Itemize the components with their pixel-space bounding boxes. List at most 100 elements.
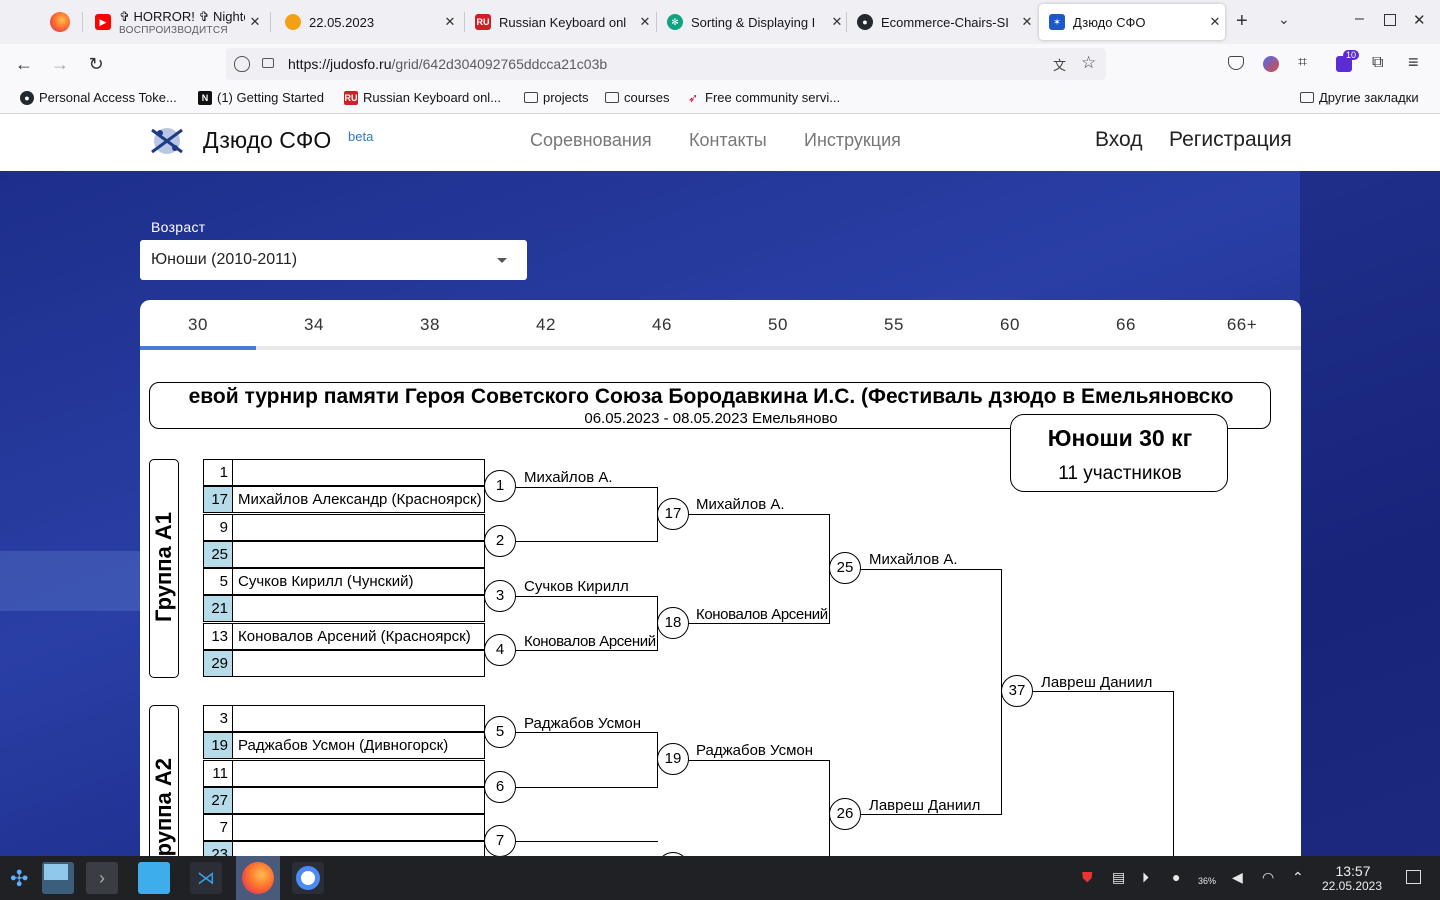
weight-tab-50[interactable]: 50 bbox=[720, 300, 836, 350]
tab-russian-keyboard[interactable]: RU Russian Keyboard onl ✕ bbox=[465, 4, 655, 40]
bookmark-item[interactable]: N (1) Getting Started bbox=[198, 90, 324, 105]
weight-tab-46[interactable]: 46 bbox=[604, 300, 720, 350]
weight-tab-66[interactable]: 66 bbox=[1068, 300, 1184, 350]
tab-judo-active[interactable]: ✶ Дзюдо СФО ✕ bbox=[1039, 4, 1225, 40]
seed-slot[interactable]: 27 bbox=[203, 787, 485, 814]
bout-number[interactable]: 6 bbox=[484, 771, 516, 803]
menu-instructions[interactable]: Инструкция bbox=[804, 130, 901, 151]
tab-youtube[interactable]: ▶ ✞ HORROR! ✞ Nightc ВОСПРОИЗВОДИТСЯ ✕ bbox=[85, 4, 265, 40]
login-link[interactable]: Вход bbox=[1095, 128, 1143, 152]
file-manager-icon[interactable] bbox=[138, 862, 170, 894]
seed-slot[interactable]: 17 Михайлов Александр (Красноярск) bbox=[203, 486, 485, 513]
minimize-icon[interactable]: – bbox=[1355, 10, 1364, 28]
shield-icon[interactable] bbox=[234, 56, 250, 72]
close-tab-icon[interactable]: ✕ bbox=[1017, 14, 1037, 30]
bout-number[interactable]: 37 bbox=[1001, 675, 1033, 707]
judo-logo-icon[interactable] bbox=[148, 124, 186, 158]
seed-slot[interactable]: 3 bbox=[203, 705, 485, 732]
weight-tab-30[interactable]: 30 bbox=[140, 300, 256, 350]
battery-icon[interactable]: 36% bbox=[1198, 876, 1216, 886]
bout-number[interactable]: 3 bbox=[484, 580, 516, 612]
menu-contacts[interactable]: Контакты bbox=[689, 130, 767, 151]
seed-slot[interactable]: 1 bbox=[203, 459, 485, 486]
firefox-view-icon[interactable] bbox=[50, 12, 70, 32]
show-desktop-icon[interactable] bbox=[1406, 870, 1421, 884]
seed-slot[interactable]: 23 bbox=[203, 841, 485, 856]
other-bookmarks-folder[interactable]: Другие закладки bbox=[1300, 90, 1419, 105]
maximize-icon[interactable] bbox=[1384, 14, 1396, 26]
close-tab-icon[interactable]: ✕ bbox=[440, 14, 460, 30]
bout-number[interactable]: 2 bbox=[484, 525, 516, 557]
clipboard-icon[interactable]: ▤ bbox=[1112, 869, 1125, 886]
seed-slot[interactable]: 19 Раджабов Усмон (Дивногорск) bbox=[203, 732, 485, 759]
bout-number[interactable]: 19 bbox=[657, 743, 689, 775]
close-tab-icon[interactable]: ✕ bbox=[635, 14, 655, 30]
media-play-icon[interactable]: ⏵ bbox=[1142, 869, 1149, 886]
seed-slot[interactable]: 25 bbox=[203, 541, 485, 568]
weight-tab-34[interactable]: 34 bbox=[256, 300, 372, 350]
back-arrow-icon[interactable]: ← bbox=[12, 52, 36, 76]
bout-number[interactable]: 5 bbox=[484, 716, 516, 748]
menu-competitions[interactable]: Соревнования bbox=[530, 130, 652, 151]
bout-number[interactable]: 25 bbox=[829, 552, 861, 584]
seed-slot[interactable]: 7 bbox=[203, 814, 485, 841]
dropdown-arrow-icon[interactable] bbox=[497, 258, 507, 263]
close-window-icon[interactable]: ✕ bbox=[1413, 11, 1426, 29]
reload-icon[interactable]: ↻ bbox=[84, 52, 108, 76]
desktop-pager-icon[interactable] bbox=[42, 862, 74, 894]
list-tabs-icon[interactable]: ⌄ bbox=[1278, 11, 1290, 28]
hamburger-menu-icon[interactable]: ≡ bbox=[1408, 52, 1419, 73]
weight-tab-55[interactable]: 55 bbox=[836, 300, 952, 350]
wifi-icon[interactable]: ◠ bbox=[1262, 869, 1274, 886]
puzzle-icon[interactable]: ⧉ bbox=[1372, 54, 1383, 72]
bookmark-folder[interactable]: courses bbox=[605, 90, 670, 105]
tab-chatgpt[interactable]: ✻ Sorting & Displaying I ✕ bbox=[657, 4, 847, 40]
weight-tab-38[interactable]: 38 bbox=[372, 300, 488, 350]
clock-date[interactable]: 22.05.2023 bbox=[1314, 879, 1390, 893]
vpn-extension-icon[interactable] bbox=[1263, 56, 1279, 72]
close-tab-icon[interactable]: ✕ bbox=[827, 14, 847, 30]
shield-tray-icon[interactable]: ⛊ bbox=[1082, 869, 1093, 886]
bookmark-item[interactable]: ➶ Free community servi... bbox=[686, 90, 840, 105]
bout-number[interactable]: 17 bbox=[657, 498, 689, 530]
vscode-icon[interactable]: ⋊ bbox=[190, 862, 222, 894]
bout-number[interactable]: 4 bbox=[484, 634, 516, 666]
weight-tab-66-plus[interactable]: 66+ bbox=[1184, 300, 1300, 350]
brand-name[interactable]: Дзюдо СФО bbox=[203, 127, 331, 154]
bout-number[interactable]: 1 bbox=[484, 470, 516, 502]
bookmark-folder[interactable]: projects bbox=[524, 90, 589, 105]
bout-number[interactable]: 18 bbox=[657, 607, 689, 639]
crop-icon[interactable]: ⌗ bbox=[1298, 54, 1307, 72]
register-link[interactable]: Регистрация bbox=[1169, 128, 1292, 152]
translate-icon[interactable]: 文 bbox=[1053, 55, 1066, 74]
chrome-icon[interactable] bbox=[292, 862, 324, 894]
firefox-taskbar-icon[interactable] bbox=[236, 856, 280, 900]
forward-arrow-icon[interactable]: → bbox=[48, 52, 72, 76]
bookmark-item[interactable]: RU Russian Keyboard onl... bbox=[344, 90, 501, 105]
seed-slot[interactable]: 21 bbox=[203, 595, 485, 622]
seed-slot[interactable]: 13 Коновалов Арсений (Красноярск) bbox=[203, 623, 485, 650]
app-launcher-icon[interactable]: ✣ bbox=[10, 866, 28, 892]
bookmark-star-icon[interactable]: ☆ bbox=[1081, 53, 1096, 73]
tab-date[interactable]: 22.05.2023 ✕ bbox=[275, 4, 460, 40]
volume-icon[interactable]: ◀ bbox=[1232, 869, 1243, 886]
lightbulb-icon[interactable]: ● bbox=[1172, 869, 1180, 885]
expand-tray-icon[interactable]: ⌃ bbox=[1292, 869, 1304, 886]
lock-icon[interactable] bbox=[262, 58, 274, 68]
weight-tab-60[interactable]: 60 bbox=[952, 300, 1068, 350]
url-text[interactable]: https://judosfo.ru/grid/642d304092765ddc… bbox=[288, 56, 607, 72]
seed-slot[interactable]: 29 bbox=[203, 650, 485, 677]
close-tab-icon[interactable]: ✕ bbox=[1205, 14, 1225, 30]
bout-number[interactable]: 7 bbox=[484, 825, 516, 856]
clock-time[interactable]: 13:57 bbox=[1318, 863, 1388, 879]
seed-slot[interactable]: 5 Сучков Кирилл (Чунский) bbox=[203, 568, 485, 595]
bookmark-item[interactable]: ● Personal Access Toke... bbox=[20, 90, 177, 105]
terminal-icon[interactable]: › bbox=[86, 862, 118, 894]
tab-github[interactable]: ● Ecommerce-Chairs-SI ✕ bbox=[847, 4, 1037, 40]
weight-tab-42[interactable]: 42 bbox=[488, 300, 604, 350]
bout-number[interactable]: 26 bbox=[829, 798, 861, 830]
new-tab-icon[interactable]: + bbox=[1236, 10, 1248, 33]
seed-slot[interactable]: 9 bbox=[203, 514, 485, 541]
seed-slot[interactable]: 11 bbox=[203, 760, 485, 787]
close-tab-icon[interactable]: ✕ bbox=[245, 14, 265, 30]
